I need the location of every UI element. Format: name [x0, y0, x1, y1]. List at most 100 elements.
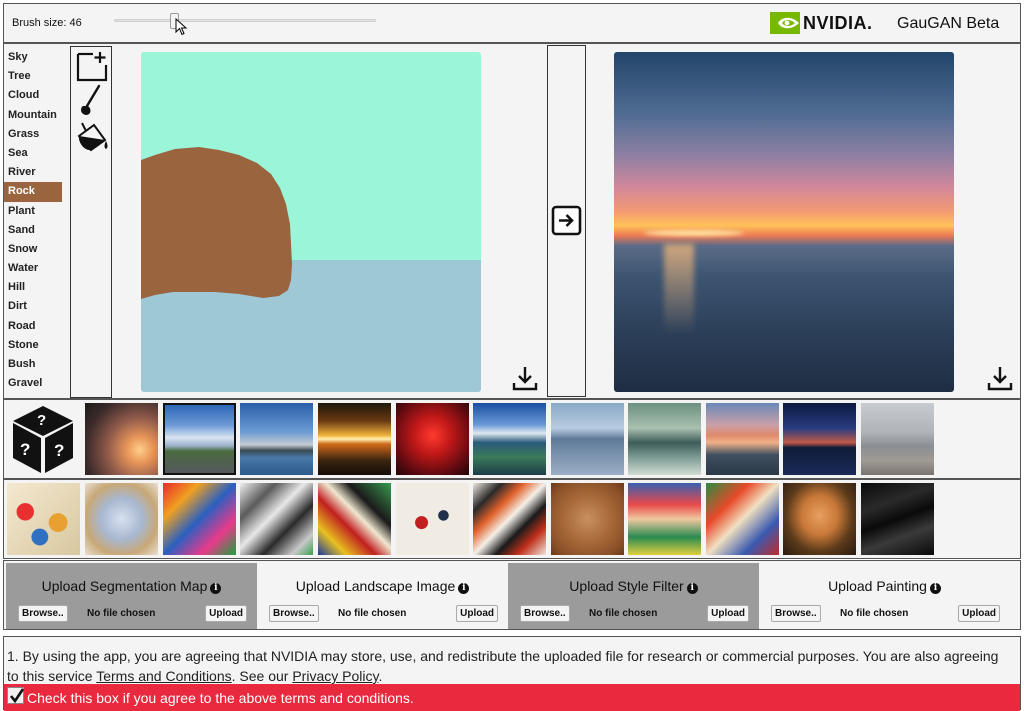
style-painting-thumbnail[interactable]	[551, 483, 624, 555]
style-painting-thumbnail[interactable]	[861, 483, 934, 555]
terms-text-part: .	[378, 668, 383, 684]
arrow-right-icon[interactable]	[551, 205, 582, 236]
file-status: No file chosen	[840, 608, 909, 619]
style-thumbnail[interactable]	[706, 403, 779, 475]
style-painting-thumbnail[interactable]	[706, 483, 779, 555]
style-painting-thumbnail[interactable]	[473, 483, 546, 555]
label-item-road[interactable]: Road	[4, 317, 62, 336]
upload-landscape-image-title: Upload Landscape Image i	[257, 578, 508, 594]
info-icon[interactable]: i	[458, 583, 470, 594]
terms-text: 1. By using the app, you are agreeing th…	[7, 646, 1007, 686]
output-sun-reflection	[664, 244, 694, 334]
label-item-cloud[interactable]: Cloud	[4, 86, 62, 105]
browse-button[interactable]: Browse..	[18, 605, 68, 622]
label-item-water[interactable]: Water	[4, 259, 62, 278]
style-painting-row	[3, 479, 1021, 559]
download-icon[interactable]	[511, 364, 539, 392]
style-painting-thumbnail[interactable]	[318, 483, 391, 555]
style-thumbnail[interactable]	[396, 403, 469, 475]
upload-landscape-image-section: Upload Landscape Image i Browse.. No file…	[257, 563, 508, 629]
label-item-mountain[interactable]: Mountain	[4, 106, 62, 125]
upload-button[interactable]: Upload	[707, 605, 749, 622]
svg-text:?: ?	[54, 441, 64, 460]
label-palette: Sky Tree Cloud Mountain Grass Sea River Rock Pla…	[4, 48, 62, 393]
upload-style-filter-section: Upload Style Filter i Browse.. No file ch…	[508, 563, 759, 629]
upload-title-text: Upload Segmentation Map	[41, 578, 208, 594]
style-painting-thumbnail[interactable]	[7, 483, 80, 555]
label-item-rock[interactable]: Rock	[4, 182, 62, 202]
style-thumbnail[interactable]	[473, 403, 546, 475]
label-item-snow[interactable]: Snow	[4, 240, 62, 259]
upload-style-filter-title: Upload Style Filter i	[508, 578, 759, 594]
label-item-grass[interactable]: Grass	[4, 125, 62, 144]
agree-checkbox[interactable]	[7, 687, 25, 704]
style-thumbnail[interactable]	[85, 403, 158, 475]
style-thumbnail[interactable]	[861, 403, 934, 475]
agree-bar: Check this box if you agree to the above…	[4, 684, 1020, 711]
label-item-gravel[interactable]: Gravel	[4, 374, 62, 393]
style-photo-row: ? ? ?	[3, 399, 1021, 479]
app-title: GauGAN Beta	[897, 15, 1000, 32]
style-painting-thumbnail[interactable]	[163, 483, 236, 555]
label-item-plant[interactable]: Plant	[4, 202, 62, 221]
label-item-river[interactable]: River	[4, 163, 62, 182]
style-painting-thumbnail[interactable]	[240, 483, 313, 555]
random-dice-icon[interactable]: ? ? ?	[10, 403, 76, 475]
style-painting-thumbnail[interactable]	[396, 483, 469, 555]
brush-size-label: Brush size: 46	[12, 17, 82, 29]
style-thumbnail[interactable]	[628, 403, 701, 475]
upload-button[interactable]: Upload	[958, 605, 1000, 622]
upload-title-text: Upload Painting	[828, 578, 927, 594]
svg-text:?: ?	[37, 412, 46, 429]
style-thumbnail[interactable]	[783, 403, 856, 475]
output-sun-glow	[644, 230, 744, 236]
style-painting-thumbnail[interactable]	[628, 483, 701, 555]
info-icon[interactable]: i	[686, 583, 698, 594]
upload-button[interactable]: Upload	[205, 605, 247, 622]
generated-image	[614, 52, 954, 392]
new-canvas-icon[interactable]	[75, 50, 109, 84]
label-item-hill[interactable]: Hill	[4, 278, 62, 297]
label-item-sky[interactable]: Sky	[4, 48, 62, 67]
svg-text:?: ?	[20, 440, 30, 459]
segmentation-canvas[interactable]	[141, 52, 481, 392]
style-painting-thumbnail[interactable]	[85, 483, 158, 555]
upload-segmentation-map-title: Upload Segmentation Map i	[6, 578, 257, 594]
terms-panel: 1. By using the app, you are agreeing th…	[3, 636, 1021, 711]
info-icon[interactable]: i	[210, 583, 222, 594]
style-thumbnail[interactable]	[551, 403, 624, 475]
upload-panel: Upload Segmentation Map i Browse.. No fil…	[3, 560, 1021, 630]
brush-icon[interactable]	[75, 84, 109, 118]
label-item-sand[interactable]: Sand	[4, 221, 62, 240]
checkmark-icon	[9, 688, 25, 704]
file-status: No file chosen	[589, 608, 658, 619]
browse-button[interactable]: Browse..	[269, 605, 319, 622]
privacy-policy-link[interactable]: Privacy Policy	[292, 668, 378, 684]
mouse-cursor-icon	[175, 18, 188, 36]
info-icon[interactable]: i	[929, 583, 941, 594]
brush-size-slider[interactable]	[114, 19, 376, 22]
style-painting-thumbnail[interactable]	[783, 483, 856, 555]
label-item-tree[interactable]: Tree	[4, 67, 62, 86]
file-status: No file chosen	[87, 608, 156, 619]
canvas-rock-region	[141, 147, 292, 299]
label-item-stone[interactable]: Stone	[4, 336, 62, 355]
upload-segmentation-map-section: Upload Segmentation Map i Browse.. No fil…	[6, 563, 257, 629]
upload-title-text: Upload Landscape Image	[295, 578, 456, 594]
nvidia-eye-logo-icon	[770, 12, 800, 34]
style-thumbnail[interactable]	[240, 403, 313, 475]
upload-painting-title: Upload Painting i	[759, 578, 1010, 594]
terms-and-conditions-link[interactable]: Terms and Conditions	[96, 668, 231, 684]
upload-button[interactable]: Upload	[456, 605, 498, 622]
fill-bucket-icon[interactable]	[75, 119, 109, 153]
download-icon[interactable]	[986, 364, 1014, 392]
nvidia-brand-text: NVIDIA.	[803, 13, 873, 33]
style-thumbnail[interactable]	[318, 403, 391, 475]
top-bar: Brush size: 46 NVIDIA. GauGAN Beta	[3, 3, 1021, 43]
browse-button[interactable]: Browse..	[520, 605, 570, 622]
label-item-bush[interactable]: Bush	[4, 355, 62, 374]
label-item-sea[interactable]: Sea	[4, 144, 62, 163]
label-item-dirt[interactable]: Dirt	[4, 297, 62, 316]
browse-button[interactable]: Browse..	[771, 605, 821, 622]
style-thumbnail-selected[interactable]	[163, 403, 236, 475]
